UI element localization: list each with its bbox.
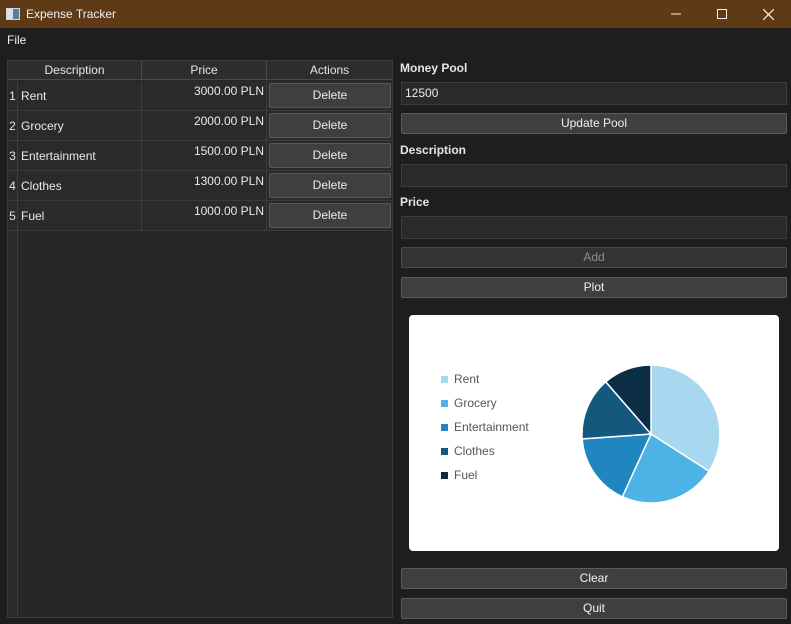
cell-description[interactable]: Entertainment	[18, 141, 142, 171]
header-price[interactable]: Price	[142, 61, 267, 80]
quit-button[interactable]: Quit	[401, 598, 787, 619]
legend-swatch	[441, 375, 448, 383]
cell-description[interactable]: Grocery	[18, 111, 142, 141]
delete-button[interactable]: Delete	[269, 173, 391, 198]
delete-button[interactable]: Delete	[269, 113, 391, 138]
update-pool-button[interactable]: Update Pool	[401, 113, 787, 134]
description-label: Description	[400, 143, 467, 157]
row-header[interactable]: 1	[8, 81, 18, 111]
legend-item: Rent	[441, 367, 529, 391]
cell-price[interactable]: 3000.00 PLN	[142, 81, 267, 111]
header-actions[interactable]: Actions	[267, 61, 392, 80]
row-header-strip	[8, 231, 18, 617]
legend-item: Clothes	[441, 439, 529, 463]
row-header[interactable]: 2	[8, 111, 18, 141]
legend-swatch	[441, 423, 448, 431]
cell-price[interactable]: 1000.00 PLN	[142, 201, 267, 231]
legend-swatch	[441, 471, 448, 479]
expense-table: Description Price Actions 1 Rent 3000.00…	[7, 60, 393, 618]
menu-bar: File	[0, 28, 791, 52]
price-label: Price	[400, 195, 430, 209]
money-pool-input[interactable]: 12500	[401, 82, 787, 105]
row-header[interactable]: 4	[8, 171, 18, 201]
legend-item: Fuel	[441, 463, 529, 487]
maximize-icon	[717, 9, 727, 19]
price-input[interactable]	[401, 216, 787, 239]
description-input[interactable]	[401, 164, 787, 187]
table-row: Grocery 2000.00 PLN Delete	[18, 111, 392, 141]
delete-button[interactable]: Delete	[269, 203, 391, 228]
table-row: Fuel 1000.00 PLN Delete	[18, 201, 392, 231]
delete-button[interactable]: Delete	[269, 83, 391, 108]
cell-price[interactable]: 1300.00 PLN	[142, 171, 267, 201]
row-header[interactable]: 3	[8, 141, 18, 171]
table-row: Entertainment 1500.00 PLN Delete	[18, 141, 392, 171]
window-controls	[653, 0, 791, 28]
legend-label: Fuel	[454, 468, 478, 482]
legend-swatch	[441, 399, 448, 407]
legend-item: Grocery	[441, 391, 529, 415]
plot-button[interactable]: Plot	[401, 277, 787, 298]
add-button[interactable]: Add	[401, 247, 787, 268]
cell-description[interactable]: Rent	[18, 81, 142, 111]
app-icon	[6, 8, 20, 20]
legend-swatch	[441, 447, 448, 455]
window-title: Expense Tracker	[26, 7, 117, 21]
delete-button[interactable]: Delete	[269, 143, 391, 168]
chart-legend: Rent Grocery Entertainment Clothes Fuel	[441, 367, 529, 487]
minimize-button[interactable]	[653, 0, 699, 28]
cell-description[interactable]: Clothes	[18, 171, 142, 201]
table-header: Description Price Actions	[8, 61, 392, 80]
cell-description[interactable]: Fuel	[18, 201, 142, 231]
header-description[interactable]: Description	[8, 61, 142, 80]
pie-chart	[581, 364, 721, 504]
legend-label: Rent	[454, 372, 480, 386]
legend-label: Grocery	[454, 396, 497, 410]
legend-item: Entertainment	[441, 415, 529, 439]
minimize-icon	[671, 13, 681, 15]
legend-label: Entertainment	[454, 420, 529, 434]
close-icon	[762, 8, 774, 20]
close-button[interactable]	[745, 0, 791, 28]
row-header[interactable]: 5	[8, 201, 18, 231]
table-row: Rent 3000.00 PLN Delete	[18, 81, 392, 111]
legend-label: Clothes	[454, 444, 495, 458]
title-bar: Expense Tracker	[0, 0, 791, 28]
money-pool-label: Money Pool	[400, 61, 468, 75]
cell-price[interactable]: 1500.00 PLN	[142, 141, 267, 171]
menu-file[interactable]: File	[7, 33, 26, 47]
table-row: Clothes 1300.00 PLN Delete	[18, 171, 392, 201]
pie-chart-panel: Rent Grocery Entertainment Clothes Fuel	[409, 315, 779, 551]
maximize-button[interactable]	[699, 0, 745, 28]
cell-price[interactable]: 2000.00 PLN	[142, 111, 267, 141]
clear-button[interactable]: Clear	[401, 568, 787, 589]
